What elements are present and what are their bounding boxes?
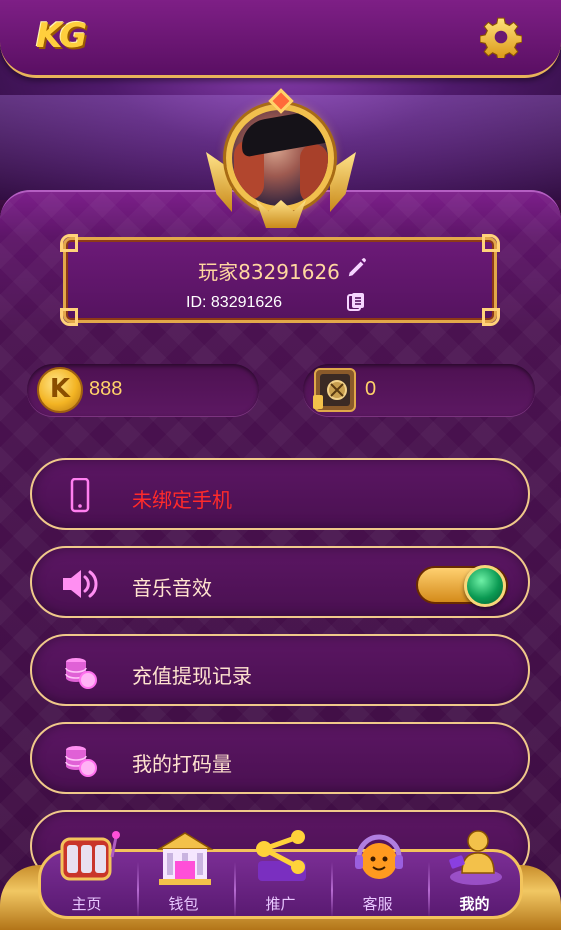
avatar-hair [300,144,328,204]
slot-machine-icon [60,831,120,881]
bind-phone-label: 未绑定手机 [132,488,232,512]
transaction-history-row[interactable]: 充值提现记录 [30,634,530,706]
coins-stack-icon [65,658,97,689]
copy-icon[interactable] [346,292,366,312]
safe-icon [313,368,356,412]
phone-icon [70,478,90,513]
nav-wallet-label: 钱包 [168,895,199,913]
nav-profile[interactable]: 我的 [426,830,523,930]
coin-balance: K 888 [27,364,259,416]
nav-home-label: 主页 [71,895,102,913]
pencil-icon[interactable] [346,257,368,279]
player-info-card: 玩家83291626 ID: 83291626 [60,234,500,326]
coins-stack-icon [65,746,97,777]
profile-icon [449,830,502,885]
share-icon [256,830,306,881]
gear-icon[interactable] [480,16,522,58]
bank-icon [156,832,214,885]
safe-amount: 0 [365,378,377,400]
card-corner [60,234,78,252]
nav-promote-label: 推广 [265,895,296,913]
top-header: KG [0,0,561,78]
coin-amount: 888 [89,378,123,400]
safe-balance[interactable]: 0 [303,364,535,416]
toggle-knob [464,565,506,607]
nav-support[interactable]: 客服 [329,834,426,930]
bottom-nav: 主页 钱包 推广 客服 我的 [0,830,561,930]
card-corner [60,308,78,326]
betting-volume-row[interactable]: 我的打码量 [30,722,530,794]
speaker-icon [63,570,98,598]
player-name: 玩家83291626 [198,260,340,284]
support-agent-icon [355,834,403,879]
transaction-history-label: 充值提现记录 [132,664,252,688]
avatar-portrait [226,104,334,212]
card-corner [482,234,500,252]
nav-support-label: 客服 [362,895,393,913]
avatar[interactable] [206,88,356,232]
nav-wallet[interactable]: 钱包 [135,832,232,930]
nav-promote[interactable]: 推广 [232,830,329,930]
sound-row: 音乐音效 [30,546,530,618]
nav-home[interactable]: 主页 [38,831,135,930]
player-id: ID: 83291626 [186,294,283,311]
bind-phone-row[interactable]: 未绑定手机 [30,458,530,530]
betting-volume-label: 我的打码量 [132,752,232,776]
sound-label: 音乐音效 [132,576,212,600]
kg-logo: KG [36,16,87,56]
nav-profile-label: 我的 [459,895,490,913]
coin-icon: K [37,367,83,413]
sound-toggle[interactable] [416,565,508,607]
